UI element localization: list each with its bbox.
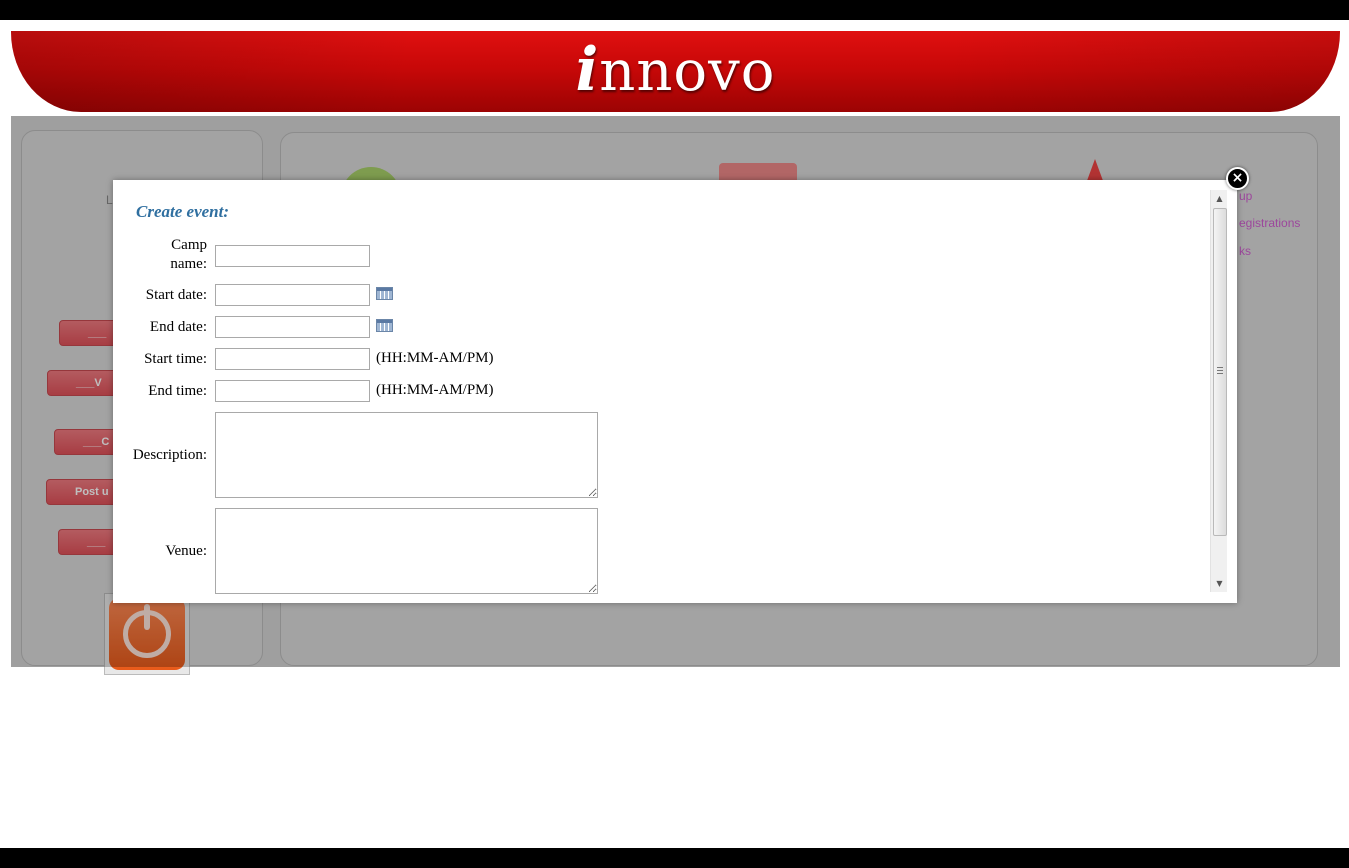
- start-time-format-hint: (HH:MM-AM/PM): [376, 350, 494, 366]
- grip-icon: [1217, 367, 1223, 375]
- description-label: Description:: [132, 447, 207, 463]
- calendar-icon[interactable]: [376, 319, 393, 332]
- calendar-icon[interactable]: [376, 287, 393, 300]
- bottom-black-bar: [0, 848, 1349, 868]
- dialog-scrollbar[interactable]: ▲ ▼: [1210, 190, 1227, 592]
- dialog-title: Create event:: [136, 202, 229, 221]
- end-time-label: End time:: [148, 383, 207, 399]
- venue-label: Venue:: [165, 543, 207, 559]
- site-header: innovo: [11, 31, 1340, 112]
- start-time-label: Start time:: [144, 351, 207, 367]
- innovo-logo: innovo: [575, 35, 776, 105]
- end-date-label: End date:: [149, 319, 207, 335]
- scroll-down-arrow-icon[interactable]: ▼: [1211, 575, 1228, 592]
- description-textarea[interactable]: [215, 412, 598, 498]
- create-event-dialog: Create event: Camp name: Start date: End…: [113, 180, 1237, 603]
- camp-name-label: Camp name:: [170, 237, 207, 272]
- start-time-input[interactable]: [215, 348, 370, 370]
- scroll-up-arrow-icon[interactable]: ▲: [1211, 190, 1228, 207]
- close-icon[interactable]: ×: [1226, 167, 1249, 190]
- end-time-input[interactable]: [215, 380, 370, 402]
- start-date-label: Start date:: [145, 287, 207, 303]
- end-date-input[interactable]: [215, 316, 370, 338]
- start-date-input[interactable]: [215, 284, 370, 306]
- venue-textarea[interactable]: [215, 508, 598, 594]
- top-black-bar: [0, 0, 1349, 20]
- end-time-format-hint: (HH:MM-AM/PM): [376, 382, 494, 398]
- scrollbar-thumb[interactable]: [1213, 208, 1227, 536]
- camp-name-input[interactable]: [215, 245, 370, 267]
